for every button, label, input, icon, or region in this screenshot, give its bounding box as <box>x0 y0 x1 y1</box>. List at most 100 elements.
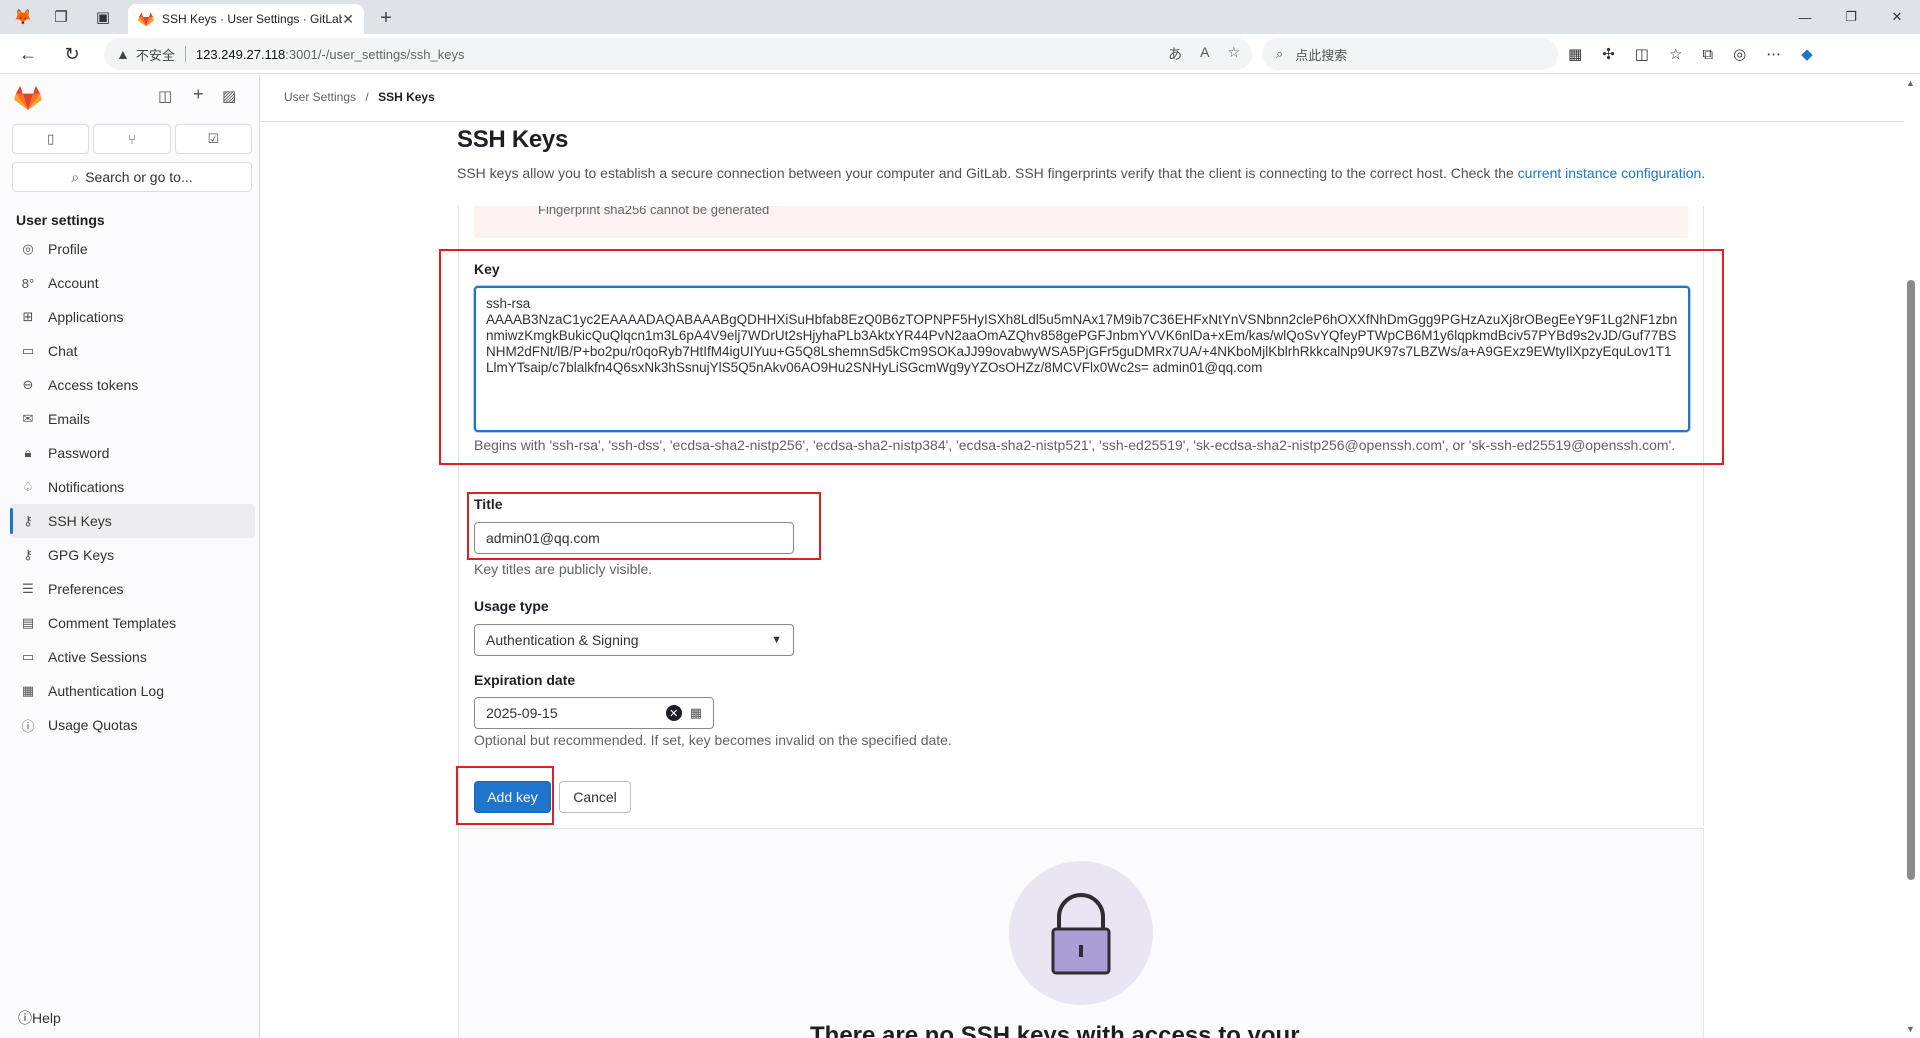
description-end: . <box>1701 165 1706 181</box>
sidebar-item-comment-templates[interactable]: ▤ Comment Templates <box>10 606 255 640</box>
sidebar-item-label: Notifications <box>48 479 125 495</box>
sidebar-item-password[interactable]: 🔒︎ Password <box>10 436 255 470</box>
favorite-star-icon[interactable]: ☆ <box>1227 44 1240 64</box>
read-aloud-icon[interactable]: A <box>1200 44 1209 64</box>
empty-state-text: There are no SSH keys with access to you… <box>810 1022 1300 1038</box>
browser-tab-active[interactable]: SSH Keys · User Settings · GitLab ✕ <box>128 4 364 34</box>
sidebar-item-chat[interactable]: ▭ Chat <box>10 334 255 368</box>
sidebar-item-label: Access tokens <box>48 377 139 393</box>
expiration-date-input[interactable]: 2025-09-15 ✕ ▦ <box>474 697 714 729</box>
new-tab-icon[interactable]: + <box>372 4 400 32</box>
sidebar-item-applications[interactable]: ⊞ Applications <box>10 300 255 334</box>
sidebar-item-label: Account <box>48 275 99 291</box>
browser-profile-icon[interactable]: 🦊 <box>6 0 40 34</box>
refresh-icon[interactable]: ↻ <box>52 34 92 74</box>
scroll-up-icon[interactable]: ▲ <box>1906 78 1915 88</box>
bell-icon: ♤ <box>22 479 34 494</box>
search-icon: ⌕ <box>1276 46 1284 61</box>
close-window-icon[interactable]: ✕ <box>1874 0 1920 34</box>
sidebar-heading: User settings <box>16 212 105 228</box>
help-label: Help <box>32 1010 61 1026</box>
breadcrumb-parent[interactable]: User Settings <box>284 90 356 104</box>
minimize-icon[interactable]: — <box>1782 0 1828 34</box>
split-screen-icon[interactable]: ◫ <box>1635 45 1649 63</box>
gitlab-favicon-icon <box>138 11 154 27</box>
scroll-down-icon[interactable]: ▼ <box>1906 1024 1915 1034</box>
instance-configuration-link[interactable]: current instance configuration <box>1518 165 1702 181</box>
error-alert: Fingerprint sha256 cannot be generated <box>474 206 1688 238</box>
address-separator <box>184 46 186 62</box>
sidebar-item-notifications[interactable]: ♤ Notifications <box>10 470 255 504</box>
issues-icon[interactable]: ▯ <box>12 124 90 154</box>
sidebar-item-emails[interactable]: ✉ Emails <box>10 402 255 436</box>
help-link[interactable]: ⓘHelp <box>18 1008 61 1028</box>
sidebar-item-label: Password <box>48 445 110 461</box>
usage-type-label: Usage type <box>474 598 549 614</box>
sidebar-nav: ◎ Profile 8° Account ⊞ Applications ▭ Chat ⊖… <box>10 232 255 742</box>
sidebar-item-label: Usage Quotas <box>48 717 138 733</box>
collapse-sidebar-icon[interactable]: ◫ <box>158 87 172 105</box>
sidebar-item-label: Chat <box>48 343 78 359</box>
calendar-icon[interactable]: ▦ <box>690 705 702 721</box>
breadcrumb: User Settings / SSH Keys <box>284 90 435 104</box>
back-icon[interactable]: ← <box>8 34 48 74</box>
collections-icon[interactable]: ⧉ <box>1702 46 1713 63</box>
favorites-icon[interactable]: ☆ <box>1669 45 1682 63</box>
browser-search-box[interactable]: ⌕ 点此搜索 <box>1262 38 1558 70</box>
alert-text: Fingerprint sha256 cannot be generated <box>538 206 770 217</box>
user-circle-icon: ◎ <box>22 241 34 256</box>
highlight-add-button-box <box>456 766 554 825</box>
sidebar-item-gpg-keys[interactable]: ⚷ GPG Keys <box>10 538 255 572</box>
key-icon: ⚷ <box>23 547 33 562</box>
sidebar-item-label: Emails <box>48 411 91 427</box>
todo-icon[interactable]: ☑ <box>174 124 252 154</box>
sidebar-item-profile[interactable]: ◎ Profile <box>10 232 255 266</box>
cancel-button[interactable]: Cancel <box>559 781 631 813</box>
log-icon: ▦ <box>21 683 35 698</box>
copilot-icon[interactable]: ◆ <box>1801 45 1813 63</box>
breadcrumb-current[interactable]: SSH Keys <box>378 90 435 104</box>
applications-icon: ⊞ <box>22 309 34 324</box>
sidebar-search-button[interactable]: ⌕ Search or go to... <box>12 162 252 192</box>
performance-icon[interactable]: ◎ <box>1733 45 1746 63</box>
sidebar-shortcuts: ▯ ⑂ ☑ <box>12 124 252 154</box>
close-tab-icon[interactable]: ✕ <box>342 11 354 28</box>
lock-illustration-icon <box>1051 893 1111 975</box>
sidebar-item-usage-quotas[interactable]: ⓘ Usage Quotas <box>10 708 255 742</box>
avatar[interactable]: ▨ <box>222 87 236 105</box>
header-divider <box>260 121 1904 122</box>
sidebar-item-access-tokens[interactable]: ⊖ Access tokens <box>10 368 255 402</box>
expiration-help-text: Optional but recommended. If set, key be… <box>474 732 952 748</box>
gitlab-logo-icon[interactable] <box>14 85 42 111</box>
merge-requests-icon[interactable]: ⑂ <box>93 124 171 154</box>
window-controls: — ❐ ✕ <box>1782 0 1920 34</box>
sidebar-item-label: Active Sessions <box>48 649 147 665</box>
translate-icon[interactable]: あ <box>1168 44 1182 64</box>
puzzle-icon[interactable]: ✣ <box>1602 45 1615 63</box>
sidebar-item-active-sessions[interactable]: ▭ Active Sessions <box>10 640 255 674</box>
sidebar-item-authentication-log[interactable]: ▦ Authentication Log <box>10 674 255 708</box>
address-path: :3001/-/user_settings/ssh_keys <box>285 46 465 62</box>
address-bar[interactable]: ▲ 不安全 123.249.27.118 :3001/-/user_settin… <box>104 38 1252 70</box>
clear-date-icon[interactable]: ✕ <box>665 705 682 721</box>
sidebar-item-ssh-keys[interactable]: ⚷ SSH Keys <box>10 504 255 538</box>
insecure-label: 不安全 <box>135 47 175 63</box>
extension-icon[interactable]: ▦ <box>1568 45 1582 63</box>
sidebar-item-label: Authentication Log <box>48 683 164 699</box>
sidebar-item-account[interactable]: 8° Account <box>10 266 255 300</box>
expiration-date-value: 2025-09-15 <box>486 705 558 721</box>
quota-icon: ⓘ <box>21 718 35 734</box>
breadcrumb-separator: / <box>365 90 369 104</box>
tab-actions-icon[interactable]: ▣ <box>86 0 120 34</box>
scrollbar-thumb[interactable] <box>1907 280 1915 880</box>
more-icon[interactable]: ⋯ <box>1766 45 1781 63</box>
usage-type-select[interactable]: Authentication & Signing ▼ <box>474 624 794 656</box>
sidebar-item-label: Comment Templates <box>48 615 177 631</box>
empty-state-illustration <box>1009 861 1153 1005</box>
workspaces-icon[interactable]: ❐ <box>44 0 78 34</box>
sidebar-item-preferences[interactable]: ☰ Preferences <box>10 572 255 606</box>
plus-icon[interactable]: + <box>193 84 204 105</box>
restore-icon[interactable]: ❐ <box>1828 0 1874 34</box>
sidebar: ◫ + ▨ ▯ ⑂ ☑ ⌕ Search or go to... User se… <box>0 75 260 1038</box>
browser-search-placeholder: 点此搜索 <box>1295 47 1348 63</box>
